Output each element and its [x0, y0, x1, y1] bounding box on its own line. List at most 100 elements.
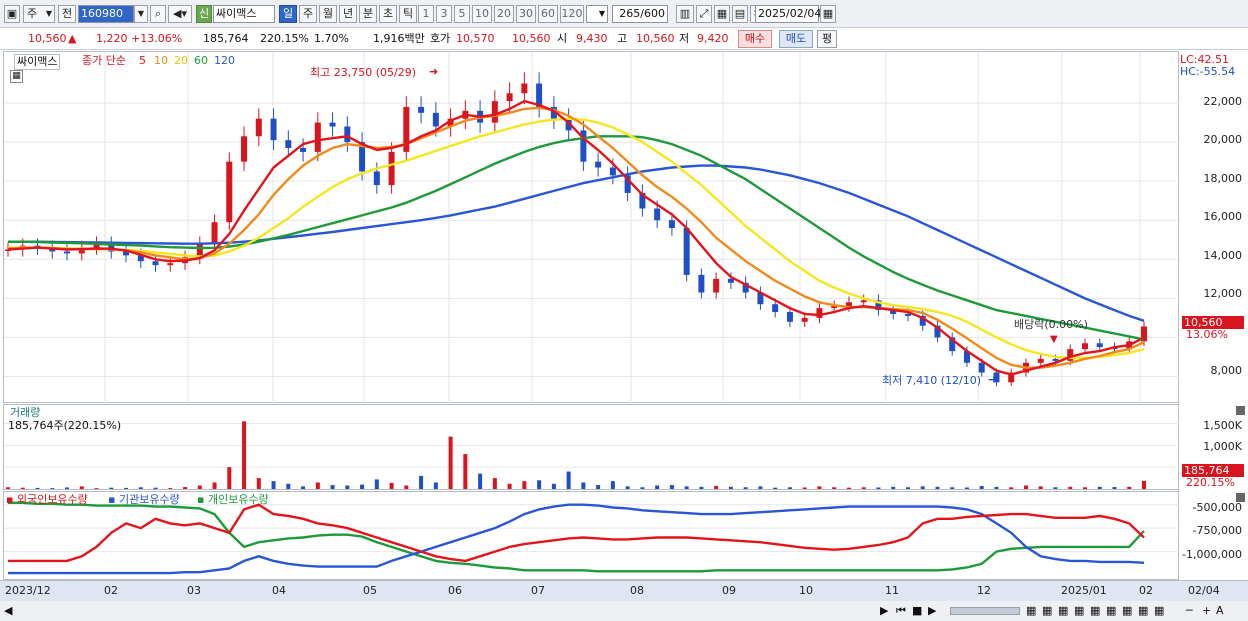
- legend-close-sma[interactable]: 종가 단순: [82, 54, 126, 68]
- view-icon-8[interactable]: ▦: [1138, 604, 1148, 618]
- view-icon-3[interactable]: ▦: [1058, 604, 1068, 618]
- volume-bar: [935, 486, 940, 489]
- prev-button[interactable]: 전: [58, 5, 76, 23]
- min-5-button[interactable]: 5: [454, 5, 470, 23]
- tab-minute[interactable]: 분: [359, 5, 377, 23]
- count-field[interactable]: 265/600: [612, 5, 668, 23]
- volume-bar: [79, 486, 84, 489]
- volume-bar: [964, 487, 969, 489]
- min-120-button[interactable]: 120: [560, 5, 584, 23]
- candle-body: [654, 208, 661, 221]
- legend-ma60[interactable]: 60: [194, 54, 208, 68]
- stock-tab[interactable]: 싸이맥스: [14, 54, 61, 70]
- hold-tick-500k: -500,000: [1192, 501, 1242, 514]
- window-menu-icon[interactable]: ▣: [4, 5, 20, 23]
- sell-button[interactable]: 매도: [779, 30, 813, 48]
- volume-bar: [138, 487, 143, 489]
- zoom-in-icon[interactable]: +: [1202, 604, 1211, 618]
- quote-volume: 185,764: [203, 32, 249, 45]
- volume-bar: [979, 485, 984, 489]
- tab-year[interactable]: 년: [339, 5, 357, 23]
- min-10-button[interactable]: 10: [472, 5, 492, 23]
- hoga-ask: 10,570: [456, 32, 495, 45]
- stop-icon[interactable]: ■: [912, 604, 922, 618]
- draw-line-icon[interactable]: ⤢: [696, 5, 712, 23]
- quote-amount: 1,916백만: [373, 32, 425, 45]
- volume-chart[interactable]: [4, 405, 1180, 491]
- search-icon[interactable]: ⌕: [150, 5, 166, 23]
- custom-interval-select[interactable]: ▼: [586, 5, 608, 23]
- tab-day[interactable]: 일: [279, 5, 297, 23]
- min-3-button[interactable]: 3: [436, 5, 452, 23]
- tab-week[interactable]: 주: [299, 5, 317, 23]
- volume-bar: [1097, 486, 1102, 489]
- scroll-right-icon[interactable]: ▶: [880, 604, 888, 618]
- legend-ma10[interactable]: 10: [154, 54, 168, 68]
- candle-body: [373, 171, 380, 186]
- holdings-chart[interactable]: [4, 492, 1180, 581]
- candle-body: [285, 140, 292, 148]
- volume-bar: [714, 485, 719, 489]
- date-field[interactable]: 2025/02/04: [755, 5, 821, 23]
- legend-institution[interactable]: ▪ 기관보유수량: [108, 493, 180, 507]
- chart-type-icon[interactable]: ▥: [676, 5, 694, 23]
- candle-body: [418, 106, 425, 113]
- code-input[interactable]: 160980: [78, 5, 134, 23]
- grid-icon[interactable]: ▦: [714, 5, 730, 23]
- quote-change-pct: +13.06%: [131, 32, 183, 45]
- min-1-button[interactable]: 1: [418, 5, 434, 23]
- volume-bar: [50, 488, 55, 489]
- scroll-thumb[interactable]: [950, 607, 1020, 615]
- view-icon-6[interactable]: ▦: [1106, 604, 1116, 618]
- font-size-icon[interactable]: A: [1216, 604, 1224, 618]
- eval-button[interactable]: 평: [817, 30, 837, 48]
- volume-bar: [507, 483, 512, 489]
- volume-bar: [861, 487, 866, 489]
- candle-body: [904, 313, 911, 316]
- calendar-icon[interactable]: ▦: [820, 5, 836, 23]
- min-30-button[interactable]: 30: [516, 5, 536, 23]
- price-chart[interactable]: [4, 52, 1180, 404]
- speaker-icon[interactable]: ◀▾: [168, 5, 192, 23]
- volume-title: 거래량: [10, 406, 41, 419]
- candle-body: [388, 151, 395, 186]
- view-icon-2[interactable]: ▦: [1042, 604, 1052, 618]
- buy-button[interactable]: 매수: [738, 30, 772, 48]
- x-axis-right-label: 02/04: [1188, 584, 1220, 597]
- legend-ma20[interactable]: 20: [174, 54, 188, 68]
- volume-bar: [478, 473, 483, 489]
- stock-name-field[interactable]: 싸이맥스: [213, 5, 275, 23]
- tab-month[interactable]: 월: [319, 5, 337, 23]
- panel-close-icon[interactable]: [1236, 406, 1245, 415]
- legend-foreign[interactable]: ▪ 외국인보유수량: [6, 493, 88, 507]
- legend-ma120[interactable]: 120: [214, 54, 235, 68]
- code-dropdown-icon[interactable]: ▼: [134, 5, 148, 23]
- tab-second[interactable]: 초: [379, 5, 397, 23]
- volume-bar: [625, 486, 630, 489]
- volume-bar: [566, 471, 571, 489]
- volume-bar: [758, 486, 763, 489]
- volume-bar: [360, 484, 365, 489]
- candle-body: [344, 126, 351, 143]
- min-60-button[interactable]: 60: [538, 5, 558, 23]
- view-icon-5[interactable]: ▦: [1090, 604, 1100, 618]
- volume-bar: [891, 486, 896, 489]
- scroll-left-icon[interactable]: ◀: [4, 604, 12, 618]
- tab-tick[interactable]: 틱: [399, 5, 417, 23]
- y-tick-16000: 16,000: [1203, 210, 1243, 223]
- play-icon[interactable]: ▶: [928, 604, 936, 618]
- candle-body: [329, 122, 336, 127]
- view-icon-7[interactable]: ▦: [1122, 604, 1132, 618]
- period-select[interactable]: 주 ▼: [23, 5, 55, 23]
- min-20-button[interactable]: 20: [494, 5, 514, 23]
- zoom-out-icon[interactable]: ─: [1186, 604, 1193, 618]
- view-icon-4[interactable]: ▦: [1074, 604, 1084, 618]
- legend-individual[interactable]: ▪ 개인보유수량: [197, 493, 269, 507]
- legend-ma5[interactable]: 5: [139, 54, 146, 68]
- rewind-icon[interactable]: ⏮: [896, 604, 906, 618]
- candle-body: [64, 251, 71, 254]
- view-icon-1[interactable]: ▦: [1026, 604, 1036, 618]
- table-icon[interactable]: ▦: [10, 70, 23, 83]
- view-icon-9[interactable]: ▦: [1154, 604, 1164, 618]
- save-icon[interactable]: ▤: [732, 5, 748, 23]
